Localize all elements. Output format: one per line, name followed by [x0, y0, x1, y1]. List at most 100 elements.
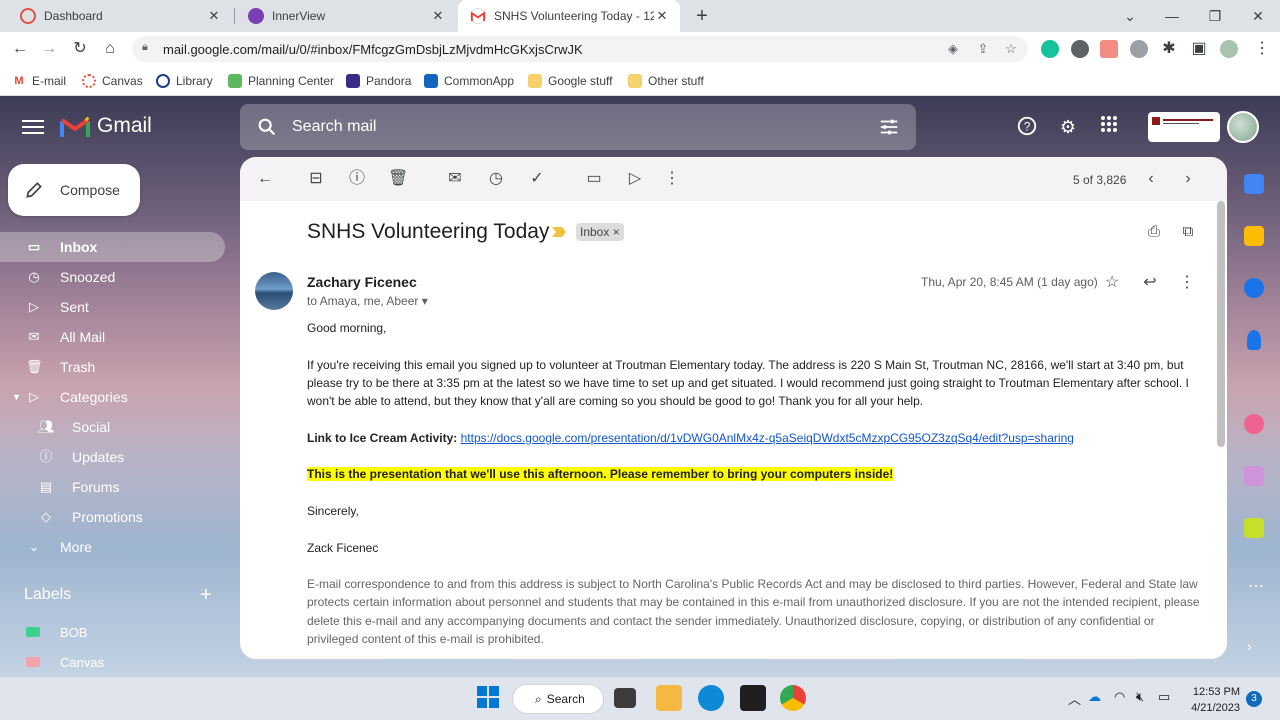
more-options-icon[interactable]: ⋮ [662, 169, 682, 189]
print-icon[interactable]: ⎙ [1145, 223, 1163, 241]
grammarly-extension-icon[interactable] [1041, 40, 1059, 58]
sidebar-item-social[interactable]: 👥︎ Social [0, 412, 240, 442]
scrollbar-thumb[interactable] [1217, 201, 1225, 447]
recipients[interactable]: to Amaya, me, Abeer ▾ [307, 294, 428, 308]
notification-badge[interactable]: 3 [1246, 691, 1262, 707]
help-icon[interactable]: ? [1015, 115, 1039, 139]
restore-button[interactable]: ❐ [1203, 4, 1227, 28]
bookmark-email[interactable]: M E-mail [12, 73, 66, 89]
close-icon[interactable]: ✕ [206, 8, 222, 24]
remove-label-icon[interactable]: × [613, 225, 620, 239]
sidebar-item-categories[interactable]: ▼ ▷ Categories [0, 382, 240, 412]
close-icon[interactable]: ✕ [430, 8, 446, 24]
caret-down-icon[interactable]: ▼ [12, 392, 21, 402]
search-options-icon[interactable] [878, 116, 900, 138]
get-addons-icon[interactable]: ⋯ [1248, 576, 1264, 596]
tab-dashboard[interactable]: Dashboard ✕ [8, 0, 232, 32]
star-icon[interactable]: ☆ [1102, 273, 1122, 293]
move-to-icon[interactable]: ▭ [584, 169, 604, 189]
eye-icon[interactable]: ◈ [944, 40, 962, 58]
mark-unread-icon[interactable]: ✉ [445, 169, 465, 189]
chrome-browser-icon[interactable] [780, 685, 806, 711]
recipients-dropdown-icon[interactable]: ▾ [422, 294, 428, 308]
menu-kebab-icon[interactable]: ⋮ [1250, 37, 1274, 61]
edge-browser-icon[interactable] [698, 685, 724, 711]
sidebar-item-inbox[interactable]: ▭ Inbox [0, 232, 225, 262]
contacts-icon[interactable] [1247, 330, 1261, 350]
wifi-icon[interactable]: ◠ [1114, 689, 1125, 705]
windows-start-icon[interactable] [476, 685, 502, 711]
tab-search-icon[interactable]: ⌄ [1118, 4, 1142, 28]
open-in-new-window-icon[interactable]: ⧉ [1179, 223, 1197, 241]
close-icon[interactable]: ✕ [654, 8, 670, 24]
minimize-button[interactable]: — [1160, 4, 1184, 28]
taskbar-search-button[interactable]: ⌕ Search [512, 684, 604, 714]
scrollbar[interactable] [1217, 201, 1225, 657]
address-bar[interactable]: 🔒︎ mail.google.com/mail/u/0/#inbox/FMfcg… [132, 36, 1028, 62]
share-icon[interactable]: ⇪ [974, 40, 992, 58]
sidebar-item-updates[interactable]: ⓘ Updates [0, 442, 240, 472]
tasks-icon[interactable] [1244, 278, 1264, 298]
account-avatar[interactable] [1227, 111, 1259, 143]
sidebar-item-promotions[interactable]: ◇ Promotions [0, 502, 240, 532]
file-explorer-icon[interactable] [656, 685, 682, 711]
tab-gmail[interactable]: SNHS Volunteering Today - 1218 ✕ [458, 0, 680, 32]
keep-icon[interactable] [1244, 226, 1264, 246]
bookmark-planning-center[interactable]: Planning Center [228, 73, 334, 89]
delete-icon[interactable]: 🗑︎ [388, 169, 408, 189]
screencastify-extension-icon[interactable] [1100, 40, 1118, 58]
main-menu-icon[interactable] [22, 116, 44, 138]
battery-icon[interactable]: ▭ [1158, 689, 1170, 705]
extension-icon[interactable] [1130, 40, 1148, 58]
presentation-link[interactable]: https://docs.google.com/presentation/d/1… [461, 431, 1074, 445]
bookmark-canvas[interactable]: Canvas [82, 73, 143, 89]
onedrive-icon[interactable]: ☁ [1088, 689, 1101, 705]
add-label-button[interactable]: + [200, 584, 212, 607]
settings-gear-icon[interactable]: ⚙ [1056, 115, 1080, 139]
taskbar-clock[interactable]: 12:53 PM 4/21/2023 [1186, 684, 1240, 716]
side-panel-icon[interactable]: ▣ [1187, 37, 1211, 61]
bookmark-commonapp[interactable]: CommonApp [424, 73, 514, 89]
search-icon[interactable] [256, 116, 278, 138]
reply-icon[interactable]: ↩ [1140, 273, 1160, 293]
sender-name[interactable]: Zachary Ficenec [307, 274, 417, 290]
volume-muted-icon[interactable]: 🔇︎ [1136, 689, 1144, 705]
sidebar-item-trash[interactable]: 🗑︎ Trash [0, 352, 240, 382]
puzzle-icon[interactable]: ✱ [1157, 37, 1181, 61]
add-task-icon[interactable]: ✓ [527, 169, 547, 189]
newer-icon[interactable]: ‹ [1141, 169, 1161, 189]
collapse-panel-icon[interactable]: › [1247, 638, 1252, 654]
label-item-bob[interactable]: BOB [26, 622, 87, 642]
report-spam-icon[interactable]: ⓘ [347, 169, 367, 189]
archive-icon[interactable]: ⊟ [306, 169, 326, 189]
apps-grid-icon[interactable] [1097, 115, 1121, 139]
sidebar-item-forums[interactable]: ▤ Forums [0, 472, 240, 502]
tab-innerview[interactable]: InnerView ✕ [236, 0, 456, 32]
bookmark-pandora[interactable]: Pandora [346, 73, 411, 89]
download-icon[interactable] [1244, 518, 1264, 538]
more-options-icon[interactable]: ⋮ [1177, 273, 1197, 293]
gmail-logo[interactable]: Gmail [60, 114, 152, 138]
close-window-button[interactable]: ✕ [1246, 4, 1270, 28]
bookmark-library[interactable]: Library [156, 73, 213, 89]
back-to-inbox-icon[interactable]: ← [255, 169, 275, 189]
profile-avatar[interactable] [1220, 40, 1238, 58]
calendar-icon[interactable] [1244, 174, 1264, 194]
sticky-notes-icon[interactable] [740, 685, 766, 711]
compose-button[interactable]: Compose [8, 164, 140, 216]
sender-avatar[interactable] [255, 272, 293, 310]
sidebar-item-sent[interactable]: ▷ Sent [0, 292, 240, 322]
search-bar[interactable] [240, 104, 916, 150]
extension-icon[interactable] [1244, 466, 1264, 486]
forward-icon[interactable]: → [37, 37, 61, 61]
new-tab-button[interactable]: + [692, 6, 712, 26]
reload-icon[interactable]: ↻ [68, 37, 92, 61]
back-icon[interactable]: ← [8, 37, 32, 61]
snooze-icon[interactable]: ◷ [486, 169, 506, 189]
important-marker-icon[interactable] [552, 227, 566, 237]
older-icon[interactable]: › [1178, 169, 1198, 189]
search-input[interactable] [292, 112, 852, 142]
bookmark-star-icon[interactable]: ☆ [1002, 40, 1020, 58]
bookmark-folder-google-stuff[interactable]: Google stuff [528, 73, 613, 89]
label-item-canvas[interactable]: Canvas [26, 652, 104, 672]
